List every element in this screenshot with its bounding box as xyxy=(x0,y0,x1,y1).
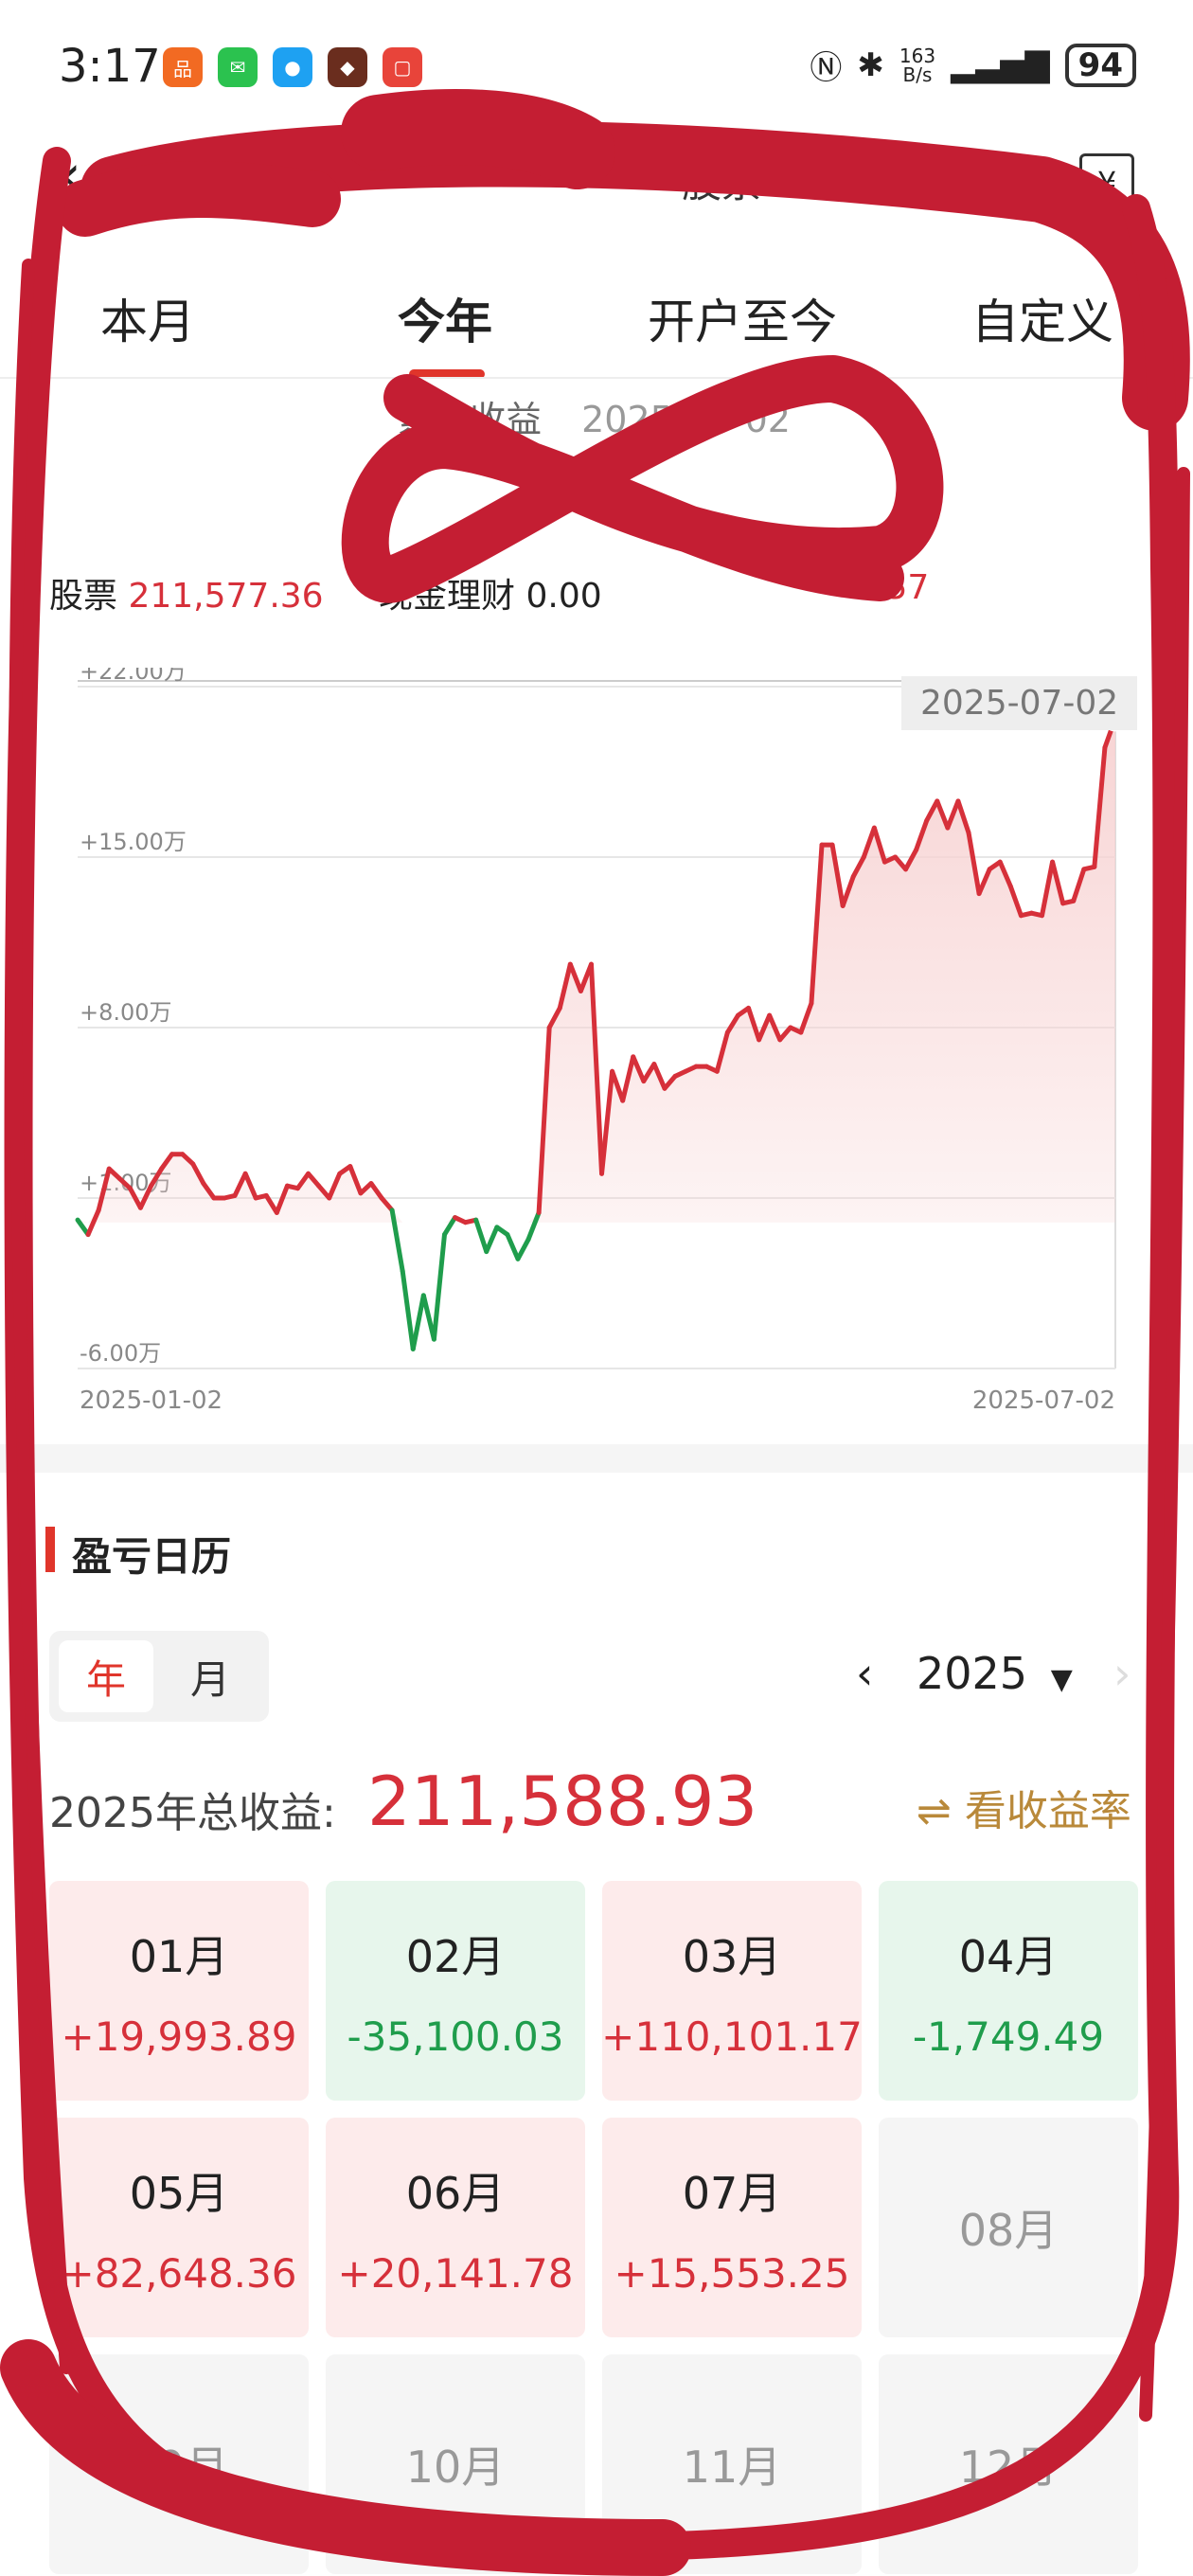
tab-this-year[interactable]: 今年 xyxy=(398,284,492,352)
x-end-label: 2025-07-02 xyxy=(972,1386,1115,1415)
month-cell[interactable]: 04月 -1,749.49 xyxy=(879,1881,1138,2101)
clock: 3:17 xyxy=(59,40,161,93)
month-label: 11月 xyxy=(682,2442,782,2493)
month-cell[interactable]: 06月 +20,141.78 xyxy=(326,2118,585,2337)
summary-label: 累计收益 xyxy=(398,399,543,440)
profit-line-segment xyxy=(515,1237,531,1261)
other-profit: .57 xyxy=(875,568,930,607)
month-cell[interactable]: 11月 xyxy=(602,2354,862,2574)
summary-row: 累计收益 2025-07-02 xyxy=(398,390,791,442)
month-label: 04月 xyxy=(958,1930,1059,1982)
y-tick-label: +8.00万 xyxy=(80,999,172,1026)
month-label: 02月 xyxy=(405,1930,506,1982)
back-icon[interactable]: ‹ xyxy=(59,142,81,208)
month-cell[interactable]: 02月 -35,100.03 xyxy=(326,1881,585,2101)
month-cell[interactable]: 05月 +82,648.36 xyxy=(49,2118,309,2337)
receipt-yen-icon[interactable]: ¥ xyxy=(1079,153,1134,212)
segment-month[interactable]: 月 xyxy=(163,1640,258,1712)
nfc-icon: Ⓝ xyxy=(810,49,843,87)
bluetooth-icon: ✱ xyxy=(857,45,884,84)
header-title: 股票 xyxy=(682,160,762,206)
month-cell[interactable]: 10月 xyxy=(326,2354,585,2574)
y-tick-label: +22.00万 xyxy=(80,668,187,685)
huawei-app-icon: ▢ xyxy=(383,47,422,87)
month-cell[interactable]: 09月 xyxy=(49,2354,309,2574)
section-marker xyxy=(45,1527,55,1572)
month-label: 10月 xyxy=(405,2442,506,2493)
stocks-profit: 股票 211,577.36 xyxy=(49,577,324,616)
tabs-divider xyxy=(0,377,1193,379)
status-bar: 3:17 品 ✉ ● ◆ ▢ Ⓝ ✱ 163 B/s ▂▃▅▇ 94 xyxy=(0,0,1193,133)
profit-chart[interactable]: +22.00万+15.00万+8.00万+1.00万-6.00万2025-01-… xyxy=(66,658,1146,1425)
month-label: 07月 xyxy=(682,2167,782,2219)
profit-line-segment xyxy=(410,1293,426,1351)
network-speed: 163 B/s xyxy=(899,44,936,86)
month-label: 01月 xyxy=(129,1930,229,1982)
tab-custom[interactable]: 自定义 xyxy=(971,284,1113,352)
month-profit-value: -35,100.03 xyxy=(347,2012,564,2060)
month-cell[interactable]: 12月 xyxy=(879,2354,1138,2574)
message-icon: ● xyxy=(273,47,312,87)
total-profit-label: 2025年总收益: xyxy=(49,1789,336,1837)
month-cell[interactable]: 03月 +110,101.17 xyxy=(601,1881,863,2101)
month-cell[interactable]: 07月 +15,553.25 xyxy=(602,2118,862,2337)
battery-indicator: 94 xyxy=(1064,43,1136,87)
view-return-rate-button[interactable]: ⇌ 看收益率 xyxy=(917,1777,1131,1837)
x-start-label: 2025-01-02 xyxy=(80,1386,223,1415)
month-profit-value: +15,553.25 xyxy=(614,2249,850,2297)
profit-line-segment xyxy=(85,1208,101,1238)
month-label: 06月 xyxy=(405,2167,506,2219)
month-label: 12月 xyxy=(958,2442,1059,2493)
profit-line-segment xyxy=(484,1225,500,1255)
wechat-icon: ✉ xyxy=(218,47,258,87)
profit-chart-svg[interactable]: +22.00万+15.00万+8.00万+1.00万-6.00万2025-01-… xyxy=(66,658,1146,1425)
signal-icon: ▂▃▅▇ xyxy=(951,45,1050,84)
swap-icon: ⇌ xyxy=(917,1787,952,1835)
next-year-icon[interactable]: › xyxy=(1113,1648,1131,1699)
profit-line-segment xyxy=(505,1232,521,1261)
profit-line-segment xyxy=(400,1268,416,1351)
prev-year-icon[interactable]: ‹ xyxy=(856,1648,873,1699)
total-profit-value: 211,588.93 xyxy=(367,1762,758,1841)
calendar-title: 盈亏日历 xyxy=(72,1533,232,1580)
profit-line-segment xyxy=(525,1209,542,1243)
tab-this-month[interactable]: 本月 xyxy=(100,284,195,352)
year-selector[interactable]: 2025 ▼ xyxy=(917,1648,1073,1699)
month-profit-value: -1,749.49 xyxy=(912,2012,1105,2060)
segment-year[interactable]: 年 xyxy=(59,1640,153,1712)
chart-highlight-date: 2025-07-02 xyxy=(901,676,1138,730)
month-cell[interactable]: 01月 +19,993.89 xyxy=(49,1881,309,2101)
dropdown-triangle-icon: ▼ xyxy=(1050,1663,1073,1696)
month-profit-value: +110,101.17 xyxy=(601,2012,863,2060)
y-tick-label: +15.00万 xyxy=(80,829,187,855)
y-tick-label: -6.00万 xyxy=(80,1340,161,1367)
month-label: 09月 xyxy=(129,2442,229,2493)
tab-since-account-open[interactable]: 开户至今 xyxy=(648,284,837,352)
summary-date: 2025-07-02 xyxy=(581,399,791,440)
month-label: 05月 xyxy=(129,2167,229,2219)
app-notification-icon: 品 xyxy=(163,47,203,87)
section-separator xyxy=(0,1444,1193,1473)
month-profit-value: +19,993.89 xyxy=(61,2012,297,2060)
profit-line-segment xyxy=(431,1232,447,1342)
month-profit-value: +20,141.78 xyxy=(337,2249,574,2297)
fund-profit: 现金理财 0.00 xyxy=(379,577,602,616)
month-label: 03月 xyxy=(682,1930,782,1982)
month-profit-value: +82,648.36 xyxy=(61,2249,297,2297)
month-label: 08月 xyxy=(958,2205,1059,2256)
profit-area-fill xyxy=(78,718,1115,1223)
period-segmented-control: 年 月 xyxy=(49,1631,269,1722)
game-app-icon: ◆ xyxy=(328,47,367,87)
month-cell[interactable]: 08月 xyxy=(879,2118,1138,2337)
profit-line-segment xyxy=(473,1217,490,1255)
